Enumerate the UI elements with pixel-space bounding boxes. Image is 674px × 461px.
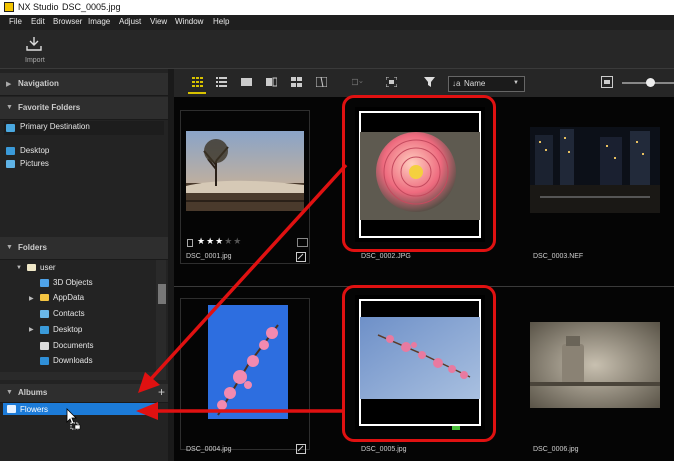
- annotation-arrows: [136, 163, 348, 420]
